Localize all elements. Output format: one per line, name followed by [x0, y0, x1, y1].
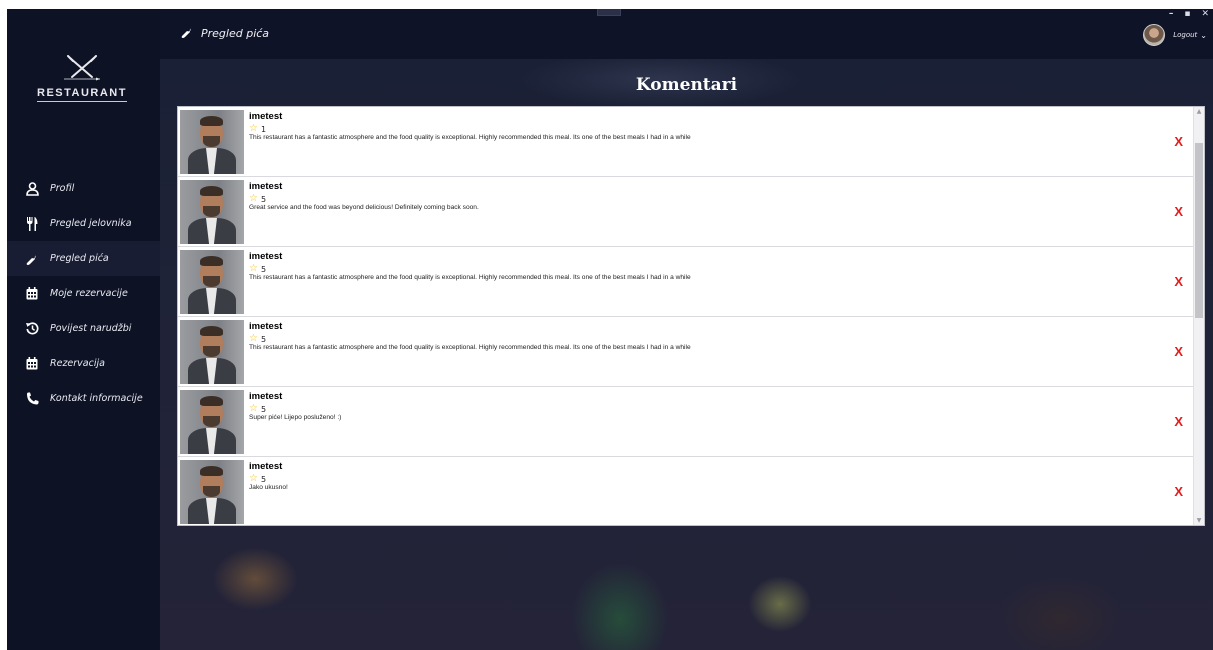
rating-value: 5: [260, 264, 267, 274]
comment-row: imetest ☆ 1 This restaurant has a fantastic…: [178, 107, 1204, 177]
page-title-text: Pregled pića: [201, 27, 270, 40]
user-photo: [180, 180, 244, 244]
scrollbar-thumb[interactable]: [1195, 143, 1203, 318]
comment-text: Super piće! Lijepo posluženo! :): [249, 414, 342, 421]
delete-comment-button[interactable]: X: [1174, 344, 1183, 359]
delete-comment-button[interactable]: X: [1174, 484, 1183, 499]
sidebar-item-label: Kontakt informacije: [50, 393, 143, 404]
sidebar-item-label: Profil: [50, 183, 75, 194]
bottle-icon: [180, 25, 194, 42]
sidebar-item-label: Povijest narudžbi: [50, 323, 132, 334]
star-icon: ☆: [249, 123, 258, 134]
comments-list[interactable]: imetest ☆ 1 This restaurant has a fantastic…: [177, 106, 1205, 526]
comment-username: imetest: [249, 461, 283, 472]
star-icon: ☆: [249, 403, 258, 414]
user-icon: [24, 181, 40, 197]
delete-comment-button[interactable]: X: [1174, 274, 1183, 289]
comment-text: Great service and the food was beyond de…: [249, 204, 479, 211]
sidebar-item-label: Rezervacija: [50, 358, 105, 369]
delete-comment-button[interactable]: X: [1174, 204, 1183, 219]
comment-rating: ☆ 5: [249, 194, 266, 204]
bottle-icon: [24, 251, 40, 267]
close-icon[interactable]: ✕: [1201, 9, 1209, 19]
history-icon: [24, 321, 40, 337]
comment-row: imetest ☆ 5 This restaurant has a fantastic…: [178, 317, 1204, 387]
crossed-cutlery-logo-icon: [64, 55, 100, 81]
comment-text: This restaurant has a fantastic atmosphe…: [249, 134, 691, 141]
window-drag-handle[interactable]: [597, 9, 621, 16]
sidebar-item-kontakt-informacije[interactable]: Kontakt informacije: [7, 381, 160, 416]
comment-text: Jako ukusno!: [249, 484, 288, 491]
rating-value: 1: [260, 124, 267, 134]
user-photo: [180, 250, 244, 314]
comment-text: This restaurant has a fantastic atmosphe…: [249, 274, 691, 281]
comment-row: imetest ☆ 5 Great service and the food was …: [178, 177, 1204, 247]
window-controls: – ▪ ✕: [1169, 9, 1209, 19]
comment-username: imetest: [249, 321, 283, 332]
sidebar-item-profil[interactable]: Profil: [7, 171, 160, 206]
comment-rating: ☆ 5: [249, 334, 266, 344]
comment-rating: ☆ 5: [249, 264, 266, 274]
top-bar: Pregled pića – ▪ ✕ Logout ⌄: [160, 9, 1213, 59]
user-photo: [180, 390, 244, 454]
star-icon: ☆: [249, 473, 258, 484]
phone-icon: [24, 391, 40, 407]
comment-row: imetest ☆ 5 This restaurant has a fantastic…: [178, 247, 1204, 317]
app-window: RESTAURANT Profil Pregled jelovnika Preg…: [7, 9, 1213, 650]
star-icon: ☆: [249, 193, 258, 204]
logo-text: RESTAURANT: [37, 87, 127, 102]
comment-username: imetest: [249, 181, 283, 192]
maximize-icon[interactable]: ▪: [1184, 9, 1190, 19]
sidebar-item-label: Moje rezervacije: [50, 288, 128, 299]
comment-text: This restaurant has a fantastic atmosphe…: [249, 344, 691, 351]
sidebar-item-povijest-narudzbi[interactable]: Povijest narudžbi: [7, 311, 160, 346]
rating-value: 5: [260, 194, 267, 204]
scroll-down-icon[interactable]: ▼: [1194, 516, 1204, 525]
comment-rating: ☆ 1: [249, 124, 266, 134]
sidebar-nav: Profil Pregled jelovnika Pregled pića Mo…: [7, 171, 160, 416]
comment-rating: ☆ 5: [249, 474, 266, 484]
sidebar-item-rezervacija[interactable]: Rezervacija: [7, 346, 160, 381]
avatar[interactable]: [1143, 24, 1166, 46]
minimize-icon[interactable]: –: [1169, 9, 1174, 19]
chevron-down-icon[interactable]: ⌄: [1200, 31, 1207, 40]
comments-heading: Komentari: [635, 75, 738, 95]
calendar-icon: [24, 286, 40, 302]
user-photo: [180, 110, 244, 174]
page-title: Pregled pića: [180, 25, 269, 42]
comment-rating: ☆ 5: [249, 404, 266, 414]
logout-label[interactable]: Logout: [1173, 31, 1197, 39]
vertical-scrollbar[interactable]: ▲ ▼: [1193, 107, 1204, 525]
cutlery-icon: [24, 216, 40, 232]
sidebar-item-moje-rezervacije[interactable]: Moje rezervacije: [7, 276, 160, 311]
sidebar-item-label: Pregled jelovnika: [50, 218, 132, 229]
calendar-icon: [24, 356, 40, 372]
comment-row: imetest ☆ 5 Jako ukusno! X: [178, 457, 1204, 525]
sidebar-item-pregled-pica[interactable]: Pregled pića: [7, 241, 160, 276]
comment-username: imetest: [249, 251, 283, 262]
star-icon: ☆: [249, 333, 258, 344]
user-photo: [180, 320, 244, 384]
rating-value: 5: [260, 404, 267, 414]
rating-value: 5: [260, 474, 267, 484]
restaurant-logo: RESTAURANT: [37, 55, 127, 115]
comment-username: imetest: [249, 111, 283, 122]
sidebar-item-pregled-jelovnika[interactable]: Pregled jelovnika: [7, 206, 160, 241]
scroll-up-icon[interactable]: ▲: [1194, 107, 1204, 116]
star-icon: ☆: [249, 263, 258, 274]
sidebar: RESTAURANT Profil Pregled jelovnika Preg…: [7, 9, 160, 650]
rating-value: 5: [260, 334, 267, 344]
user-menu[interactable]: Logout ⌄: [1143, 24, 1207, 46]
user-photo: [180, 460, 244, 524]
comment-row: imetest ☆ 5 Super piće! Lijepo posluženo! :…: [178, 387, 1204, 457]
delete-comment-button[interactable]: X: [1174, 414, 1183, 429]
delete-comment-button[interactable]: X: [1174, 134, 1183, 149]
comment-username: imetest: [249, 391, 283, 402]
sidebar-item-label: Pregled pića: [50, 253, 109, 264]
